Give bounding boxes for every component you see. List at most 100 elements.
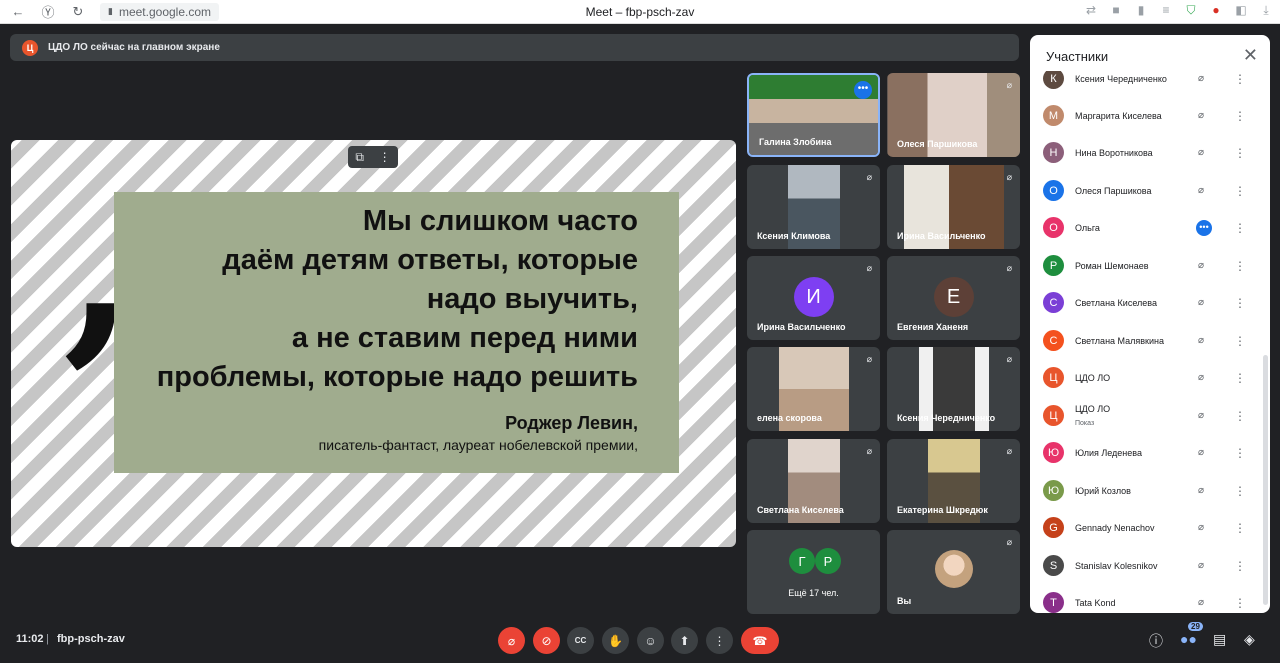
participant-tile[interactable]: ••• Галина Злобина [747, 73, 880, 157]
participant-count-badge: 29 [1188, 622, 1203, 631]
popout-icon[interactable]: ⧉ [355, 150, 364, 165]
more-options-icon[interactable]: ⋮ [1234, 109, 1246, 123]
quote-author-role: писатель-фантаст, лауреат нобелевской пр… [318, 437, 638, 453]
yandex-icon[interactable]: Ⓨ [40, 2, 56, 21]
present-button[interactable]: ⬆ [671, 627, 698, 654]
separator: | [46, 633, 49, 645]
more-options-button[interactable]: ⋮ [706, 627, 733, 654]
participant-tile[interactable]: ⌀ елена скорова [747, 347, 880, 431]
mic-off-icon: ⌀ [866, 446, 872, 456]
more-options-icon[interactable]: ⋮ [1234, 184, 1246, 198]
extension-icon[interactable]: ● [1208, 3, 1224, 18]
participant-tile[interactable]: ⌀ Ксения Климова [747, 165, 880, 249]
participant-name: Tata Kond [1075, 597, 1116, 608]
shield-icon[interactable]: ⛉ [1183, 3, 1199, 18]
more-participants-label: Ещё 17 чел. [788, 588, 839, 598]
list-item[interactable]: Ц ЦДО ЛО ⌀ ⋮ [1030, 359, 1256, 396]
bookmark-icon[interactable]: ◧ [1233, 3, 1249, 18]
presenting-text: ЦДО ЛО сейчас на главном экране [48, 42, 220, 53]
people-button[interactable]: ●● [1180, 631, 1197, 647]
back-icon[interactable]: ← [10, 4, 26, 19]
quote-text: Мы слишком часто даём детям ответы, кото… [157, 202, 638, 397]
participant-tile[interactable]: И ⌀ Ирина Васильченко [747, 256, 880, 340]
more-options-icon[interactable]: ⋮ [1234, 559, 1246, 573]
participant-name: Олеся Паршикова [1075, 185, 1152, 196]
participant-tile[interactable]: Е ⌀ Евгения Ханеня [887, 256, 1020, 340]
participant-name: Светлана Киселева [1075, 297, 1157, 308]
presenting-banner: Ц ЦДО ЛО сейчас на главном экране [10, 34, 1019, 61]
quote-line: надо выучить, [426, 283, 638, 315]
emoji-icon: ☺ [644, 633, 657, 648]
self-tile[interactable]: ⌀ Вы [887, 530, 1020, 614]
more-options-icon[interactable]: ⋮ [1234, 409, 1246, 423]
list-item[interactable]: О Олеся Паршикова ⌀ ⋮ [1030, 172, 1256, 209]
list-item[interactable]: С Светлана Киселева ⌀ ⋮ [1030, 284, 1256, 321]
lock-icon: ▮ [108, 6, 113, 16]
more-options-icon[interactable]: ⋮ [1234, 334, 1246, 348]
list-item[interactable]: М Маргарита Киселева ⌀ ⋮ [1030, 97, 1256, 134]
participant-name: Ксения Климова [757, 231, 831, 241]
participant-tile[interactable]: ⌀ Ксения Чередниченко [887, 347, 1020, 431]
list-item[interactable]: Ю Юрий Козлов ⌀ ⋮ [1030, 472, 1256, 509]
raise-hand-button[interactable]: ✋ [602, 627, 629, 654]
participant-name: ЦДО ЛО [1075, 372, 1111, 383]
more-options-icon[interactable]: ⋮ [1234, 484, 1246, 498]
participant-avatar: К [1043, 71, 1064, 89]
more-options-icon[interactable]: ⋮ [1234, 446, 1246, 460]
participant-tile[interactable]: ⌀ Олеся Паршикова [887, 73, 1020, 157]
panel-scrollbar[interactable] [1263, 355, 1268, 605]
reload-icon[interactable]: ↻ [70, 4, 86, 20]
menu-icon[interactable]: ≡ [1158, 3, 1174, 18]
list-item[interactable]: S Stanislav Kolesnikov ⌀ ⋮ [1030, 547, 1256, 584]
address-bar[interactable]: ▮ meet.google.com [100, 2, 220, 21]
participant-name: Екатерина Шкредюк [897, 505, 988, 515]
camera-icon[interactable]: ■ [1108, 3, 1124, 18]
list-item[interactable]: Р Роман Шемонаев ⌀ ⋮ [1030, 247, 1256, 284]
participant-avatar: Ю [1043, 480, 1064, 501]
captions-button[interactable]: CC [567, 627, 594, 654]
participant-avatar: Е [933, 277, 974, 317]
more-options-icon[interactable]: ⋮ [1234, 596, 1246, 610]
chat-button[interactable]: ▤ [1213, 631, 1226, 648]
list-item[interactable]: T Tata Kond ⌀ ⋮ [1030, 584, 1256, 613]
download-icon[interactable]: ⤓ [1258, 3, 1274, 18]
list-item[interactable]: О Ольга ••• ⋮ [1030, 209, 1256, 246]
mic-off-icon: ⌀ [1006, 263, 1012, 273]
activities-button[interactable]: ◈ [1244, 631, 1255, 648]
list-item[interactable]: Ю Юлия Леденева ⌀ ⋮ [1030, 434, 1256, 471]
participants-list: К Ксения Чередниченко ⌀ ⋮ М Маргарита Ки… [1030, 71, 1256, 613]
mic-icon[interactable]: ▮ [1133, 3, 1149, 18]
more-options-icon[interactable]: ⋮ [1234, 221, 1246, 235]
list-item[interactable]: Н Нина Воротникова ⌀ ⋮ [1030, 134, 1256, 171]
list-item[interactable]: G Gennady Nenachov ⌀ ⋮ [1030, 509, 1256, 546]
participant-name: Stanislav Kolesnikov [1075, 560, 1158, 571]
more-participants-tile[interactable]: Г Р Ещё 17 чел. [747, 530, 880, 614]
list-item[interactable]: Ц ЦДО ЛО Показ ⌀ ⋮ [1030, 397, 1256, 434]
meeting-info-button[interactable]: ⓘ [1149, 631, 1163, 651]
close-icon[interactable]: ✕ [1243, 45, 1258, 66]
participant-avatar: Р [815, 548, 841, 574]
list-item[interactable]: С Светлана Малявкина ⌀ ⋮ [1030, 322, 1256, 359]
more-options-icon[interactable]: ⋮ [1234, 72, 1246, 86]
participants-panel: Участники ✕ К Ксения Чередниченко ⌀ ⋮ М … [1030, 35, 1270, 613]
quote-line: Мы слишком часто [362, 205, 638, 237]
camera-toggle-button[interactable]: ⊘ [533, 627, 560, 654]
speaking-indicator-icon: ••• [1196, 219, 1212, 236]
mic-toggle-button[interactable]: ⌀ [498, 627, 525, 654]
leave-call-button[interactable]: ☎ [741, 627, 779, 654]
more-options-icon[interactable]: ⋮ [1234, 296, 1246, 310]
browser-nav: ← Ⓨ ↻ [0, 2, 86, 21]
translate-icon[interactable]: ⇄ [1083, 3, 1099, 18]
more-options-icon[interactable]: ⋮ [1234, 146, 1246, 160]
participant-tile[interactable]: ⌀ Светлана Киселева [747, 439, 880, 523]
mic-off-icon: ⌀ [1006, 172, 1012, 182]
more-options-icon[interactable]: ⋮ [1234, 371, 1246, 385]
more-options-icon[interactable]: ⋮ [1234, 521, 1246, 535]
participant-tile[interactable]: ⌀ Ирина Васильченко [887, 165, 1020, 249]
more-options-icon[interactable]: ⋮ [379, 150, 391, 164]
participant-tile[interactable]: ⌀ Екатерина Шкредюк [887, 439, 1020, 523]
list-item[interactable]: К Ксения Чередниченко ⌀ ⋮ [1030, 71, 1256, 97]
quote-line: даём детям ответы, которые [222, 244, 638, 276]
reactions-button[interactable]: ☺ [637, 627, 664, 654]
more-options-icon[interactable]: ⋮ [1234, 259, 1246, 273]
